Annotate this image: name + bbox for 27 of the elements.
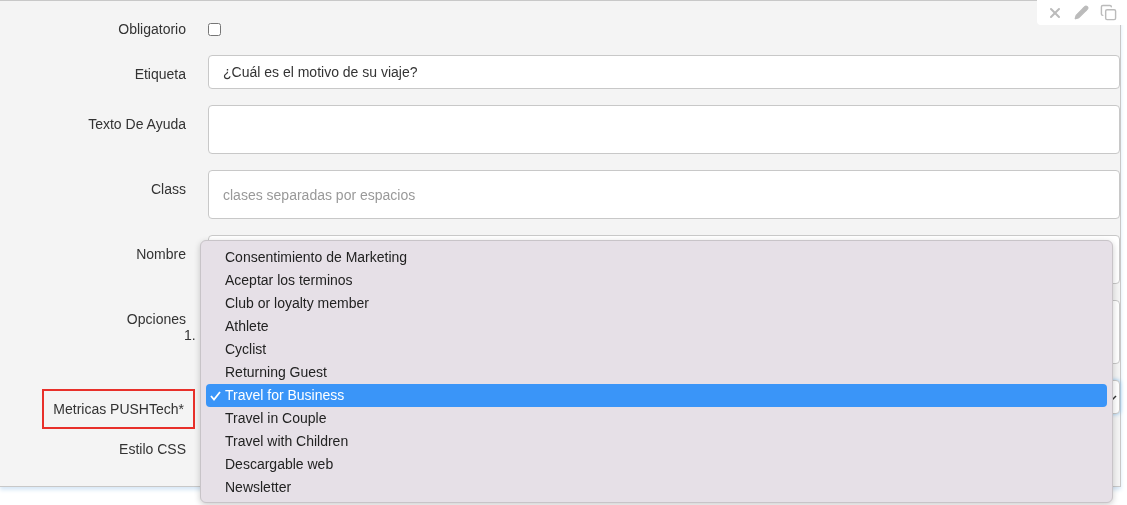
field-label: Opciones [126, 310, 186, 329]
dropdown-option[interactable]: Club or loyalty member [206, 292, 1107, 315]
dropdown-option[interactable]: Consentimiento de Marketing [206, 246, 1107, 269]
field-label: Class [151, 180, 186, 199]
dropdown-option[interactable]: Returning Guest [206, 361, 1107, 384]
dropdown-option[interactable]: Athlete [206, 315, 1107, 338]
field-label: Metricas PUSHTech* [42, 389, 195, 429]
required-checkbox[interactable] [208, 23, 221, 36]
field-label: Nombre [136, 245, 186, 264]
field-label: Etiqueta [134, 65, 186, 84]
dropdown-option[interactable]: Travel in Couple [206, 407, 1107, 430]
dropdown-option[interactable]: Travel with Children [206, 430, 1107, 453]
line-number: 1. [184, 327, 196, 345]
text-field[interactable]: ¿Cuál es el motivo de su viaje? [208, 55, 1120, 89]
pencil-icon[interactable] [1074, 5, 1089, 20]
field-label: Obligatorio [118, 20, 186, 39]
dropdown-option[interactable]: Cyclist [206, 338, 1107, 361]
dropdown-option[interactable]: Descargable web [206, 453, 1107, 476]
text-field[interactable]: clases separadas por espacios [208, 170, 1120, 219]
dropdown-option[interactable]: Newsletter [206, 476, 1107, 499]
field-label: Texto De Ayuda [88, 115, 186, 134]
text-area[interactable] [208, 105, 1120, 154]
copy-icon[interactable] [1100, 4, 1118, 21]
checkmark-icon [210, 390, 221, 401]
caret-icon [1111, 393, 1117, 401]
dropdown-option[interactable]: Aceptar los terminos [206, 269, 1107, 292]
field-label: Estilo CSS [119, 440, 186, 459]
